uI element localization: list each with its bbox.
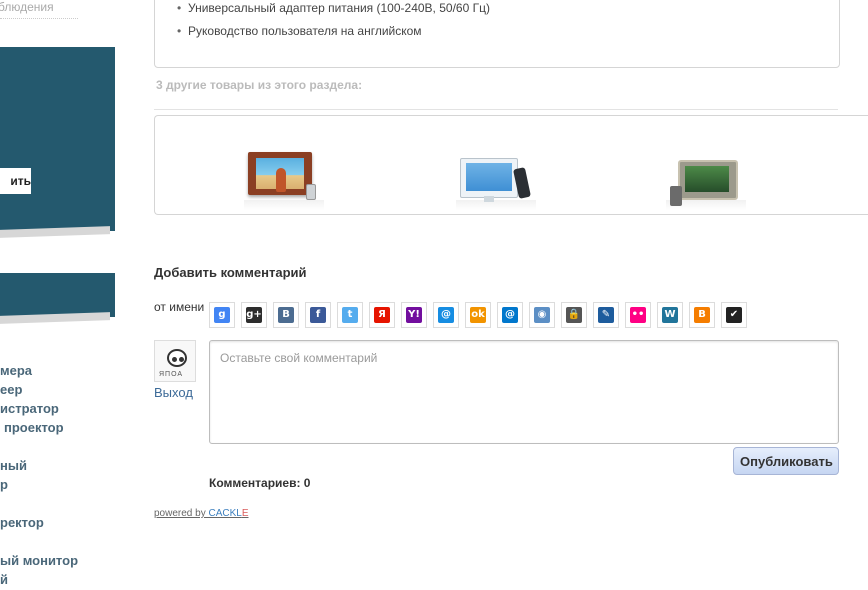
social-login-button[interactable]: ✎ bbox=[593, 302, 619, 328]
thumb-reflection bbox=[244, 200, 324, 210]
beach-photo bbox=[256, 158, 304, 192]
sidebar-link[interactable]: мера bbox=[0, 363, 32, 378]
sidebar-link[interactable]: истратор bbox=[0, 401, 59, 416]
mailru-icon: @ bbox=[438, 307, 454, 323]
social-login-button[interactable]: B bbox=[273, 302, 299, 328]
social-login-button[interactable]: g+ bbox=[241, 302, 267, 328]
sidebar-link[interactable]: ый монитор bbox=[0, 553, 78, 568]
social-login-button[interactable]: Я bbox=[369, 302, 395, 328]
avatar-text: ЯПОА bbox=[159, 371, 184, 378]
powered-prefix: powered by bbox=[154, 508, 209, 519]
comment-count: Комментариев: 0 bbox=[209, 476, 311, 490]
publish-button[interactable]: Опубликовать bbox=[733, 447, 839, 475]
cart-button-label: ить bbox=[10, 174, 31, 188]
panda-face-icon bbox=[167, 349, 187, 367]
cart-panel bbox=[0, 47, 115, 231]
google-plus-icon: g+ bbox=[246, 307, 262, 323]
sidebar-link[interactable]: ный bbox=[0, 458, 27, 473]
breadcrumb-text[interactable]: блюдения bbox=[0, 0, 54, 14]
mail-at-icon: @ bbox=[502, 307, 518, 323]
brand-text: CACKL bbox=[208, 508, 242, 519]
social-login-button[interactable]: @ bbox=[433, 302, 459, 328]
sidebar-link[interactable]: еер bbox=[0, 382, 22, 397]
screen-photo bbox=[466, 163, 512, 191]
rambler-icon: ◉ bbox=[534, 307, 550, 323]
social-login-button[interactable]: t bbox=[337, 302, 363, 328]
livejournal-pen-icon: ✎ bbox=[598, 307, 614, 323]
social-login-button[interactable]: f bbox=[305, 302, 331, 328]
powered-by-link[interactable]: powered by CACKLE bbox=[154, 508, 249, 519]
tablet-frame-icon[interactable] bbox=[678, 160, 738, 200]
social-login-button[interactable]: ok bbox=[465, 302, 491, 328]
openid-lock-icon: 🔒 bbox=[566, 307, 582, 323]
remote-icon bbox=[670, 186, 682, 206]
login-as-label: от имени bbox=[154, 300, 205, 314]
related-products-title: 3 другие товары из этого раздела: bbox=[156, 78, 363, 92]
social-login-button[interactable]: Y! bbox=[401, 302, 427, 328]
photo-frame-wood-icon[interactable] bbox=[248, 152, 312, 195]
logout-link[interactable]: Выход bbox=[154, 385, 193, 400]
yandex-icon: Я bbox=[374, 307, 390, 323]
social-login-button[interactable]: g bbox=[209, 302, 235, 328]
photo-frame-white-icon[interactable] bbox=[460, 158, 518, 198]
twitter-icon: t bbox=[342, 307, 358, 323]
sidebar-link[interactable]: ректор bbox=[0, 515, 44, 530]
blogger-icon: B bbox=[694, 307, 710, 323]
wordpress-icon: W bbox=[662, 307, 678, 323]
social-login-button[interactable]: B bbox=[689, 302, 715, 328]
verisign-check-icon: ✔ bbox=[726, 307, 742, 323]
panda-eye bbox=[179, 357, 184, 362]
flickr-icon: •• bbox=[630, 307, 646, 323]
divider bbox=[154, 109, 838, 110]
google-icon: g bbox=[214, 307, 230, 323]
sidebar-link[interactable]: р bbox=[0, 477, 8, 492]
breadcrumb[interactable]: блюдения bbox=[0, 0, 78, 19]
person-figure bbox=[276, 168, 286, 192]
sidebar-header-block bbox=[0, 273, 115, 317]
sidebar-link[interactable]: проектор bbox=[4, 420, 64, 435]
social-login-button[interactable]: ◉ bbox=[529, 302, 555, 328]
avatar: ЯПОА bbox=[154, 340, 196, 382]
social-login-button[interactable]: •• bbox=[625, 302, 651, 328]
frame-stand bbox=[484, 196, 494, 202]
yahoo-icon: Y! bbox=[406, 307, 422, 323]
odnoklassniki-icon: ok bbox=[470, 307, 486, 323]
social-login-button[interactable]: @ bbox=[497, 302, 523, 328]
social-login-bar: g g+ Bf t Я Y! @ ok @ ◉ 🔒 ✎ •• W B ✔ bbox=[209, 302, 747, 328]
thumb-reflection bbox=[456, 200, 536, 210]
brand-text-accent: E bbox=[241, 508, 249, 519]
screen-photo bbox=[685, 166, 729, 192]
cart-button[interactable]: ить bbox=[0, 168, 31, 194]
remote-icon bbox=[306, 184, 316, 200]
spec-list-item: Руководство пользователя на английском bbox=[177, 24, 422, 38]
comment-input[interactable] bbox=[209, 340, 839, 444]
social-login-button[interactable]: ✔ bbox=[721, 302, 747, 328]
social-login-button[interactable]: 🔒 bbox=[561, 302, 587, 328]
panda-eye bbox=[172, 357, 177, 362]
add-comment-title: Добавить комментарий bbox=[154, 265, 307, 280]
vkontakte-icon: B bbox=[278, 307, 294, 323]
facebook-icon: f bbox=[310, 307, 326, 323]
social-login-button[interactable]: W bbox=[657, 302, 683, 328]
spec-list-item: Универсальный адаптер питания (100-240В,… bbox=[177, 1, 490, 15]
sidebar-link[interactable]: й bbox=[0, 572, 8, 587]
